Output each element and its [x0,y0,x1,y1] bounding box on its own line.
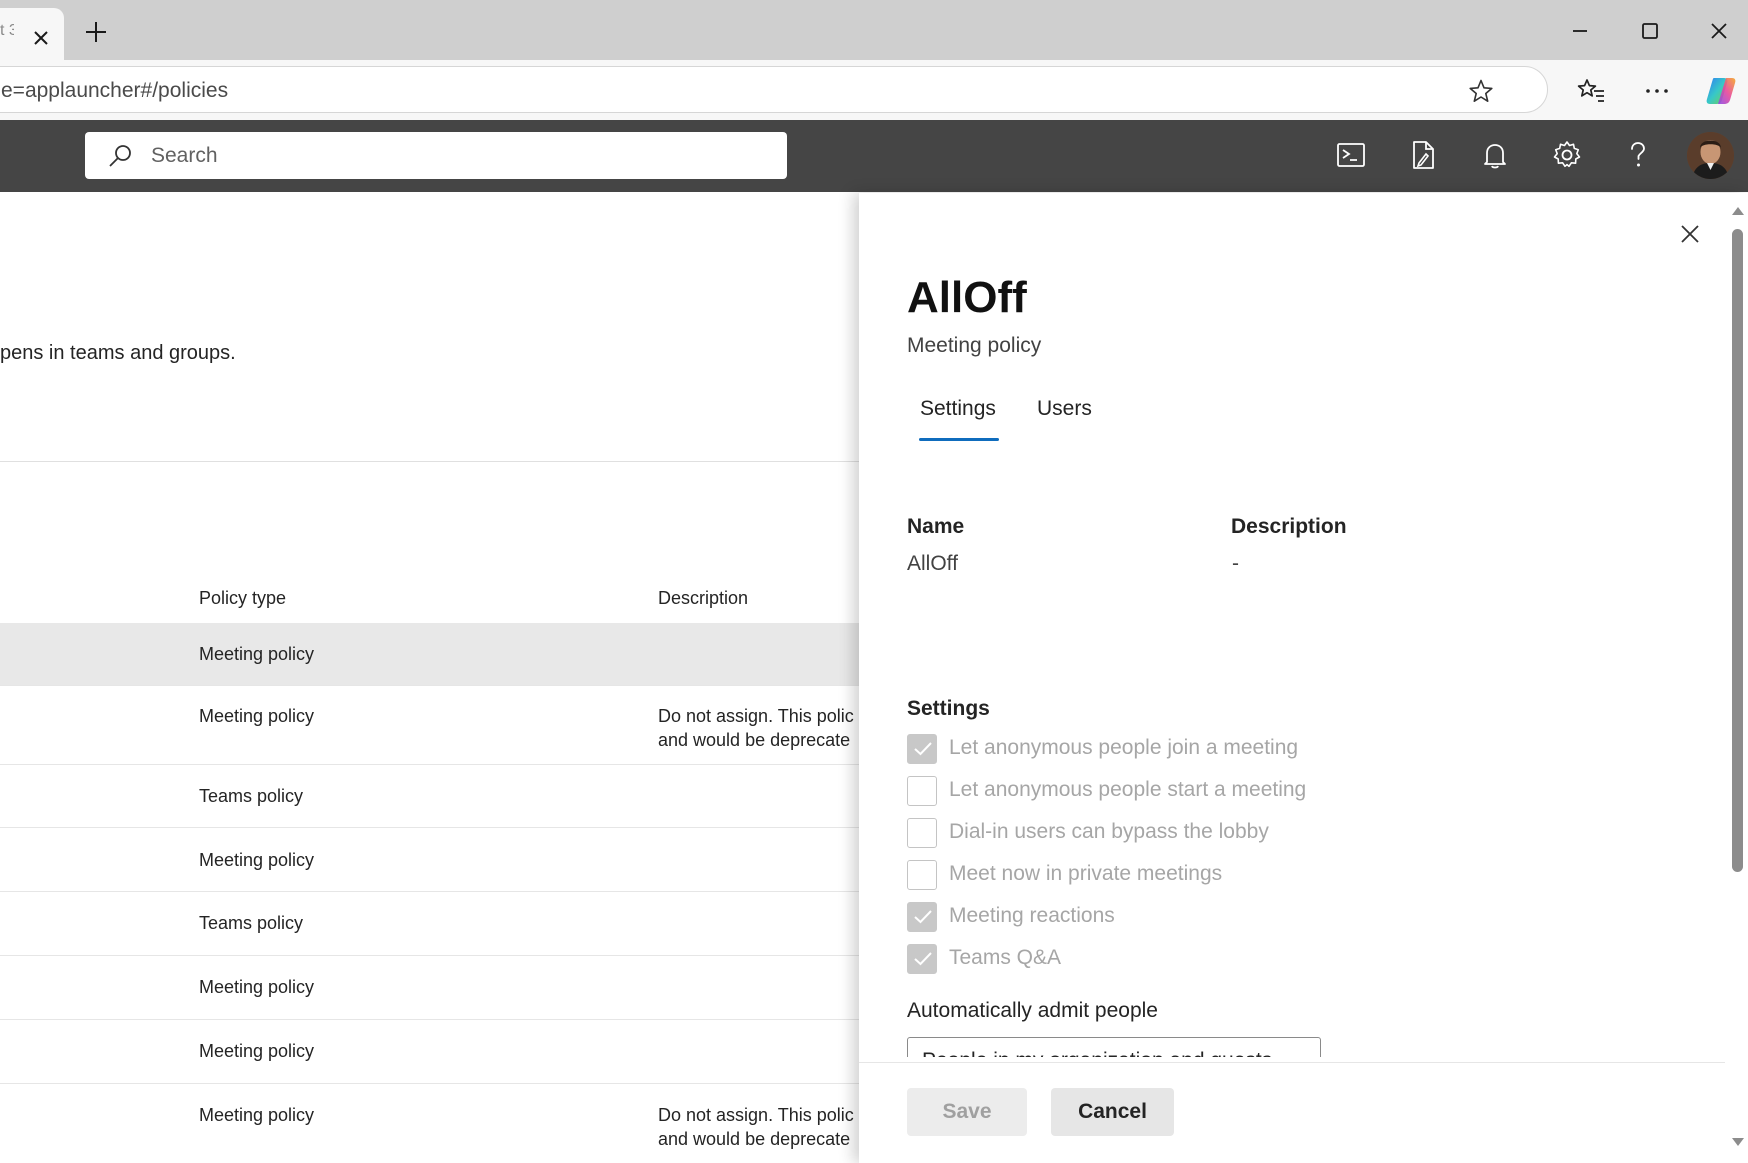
scroll-down-arrow-icon[interactable] [1732,1138,1744,1146]
table-row[interactable]: Meeting policy Do not assign. This polic… [0,686,860,765]
description-label: Description [1231,515,1347,538]
close-tab-icon[interactable] [29,26,53,50]
document-edit-icon[interactable] [1406,138,1440,172]
column-header-description[interactable]: Description [658,588,748,609]
tab-settings[interactable]: Settings [920,397,996,421]
policy-type-cell: Meeting policy [199,644,315,664]
table-row[interactable]: Teams policy [0,892,860,956]
setting-meeting-reactions[interactable]: Meeting reactions [907,901,1507,933]
cancel-button[interactable]: Cancel [1051,1088,1174,1136]
maximize-icon[interactable] [1635,16,1665,46]
setting-label: Dial-in users can bypass the lobby [949,820,1269,843]
close-window-icon[interactable] [1704,16,1734,46]
panel-subtitle: Meeting policy [907,334,1042,357]
url-text[interactable]: e=applauncher#/policies [1,79,228,103]
new-tab-icon[interactable] [82,18,110,46]
table-row[interactable]: Meeting policy [0,956,860,1020]
app-header: Search [0,120,1748,192]
user-avatar[interactable] [1687,132,1734,179]
avatar-photo [1687,132,1734,179]
policy-type-cell: Meeting policy [199,977,315,997]
setting-anonymous-join[interactable]: Let anonymous people join a meeting [907,733,1507,765]
scrollbar-thumb[interactable] [1732,229,1743,872]
check-icon [914,952,932,966]
checkbox-unchecked[interactable] [907,860,937,890]
name-value: AllOff [907,552,958,575]
table-row[interactable]: Meeting policy [0,623,860,686]
page-description: pens in teams and groups. [0,342,236,364]
browser-tab-bar: t 36 [0,0,1748,60]
description-cell: Do not assign. This polic [658,706,854,726]
chevron-down-icon [1290,1052,1310,1057]
auto-admit-dropdown-clip: People in my organization and guests [907,1037,1321,1057]
setting-label: Let anonymous people join a meeting [949,736,1299,759]
footer-divider [859,1062,1725,1063]
policy-type-cell: Meeting policy [199,1105,315,1125]
search-input[interactable]: Search [151,144,218,168]
description-cell: Do not assign. This polic [658,1105,854,1125]
panel-scrollbar[interactable] [1727,193,1748,1163]
table-row[interactable]: Teams policy [0,765,860,828]
policy-details-panel: AllOff Meeting policy Settings Users Nam… [859,193,1748,1163]
settings-gear-icon[interactable] [1550,138,1584,172]
setting-teams-qa[interactable]: Teams Q&A [907,943,1507,975]
copilot-icon[interactable] [1704,74,1738,108]
policy-type-cell: Teams policy [199,913,304,933]
save-button[interactable]: Save [907,1088,1027,1136]
check-icon [914,742,932,756]
policy-type-cell: Teams policy [199,786,304,806]
terminal-icon[interactable] [1334,138,1368,172]
setting-dialin-bypass-lobby[interactable]: Dial-in users can bypass the lobby [907,817,1507,849]
policy-type-cell: Meeting policy [199,706,315,726]
policies-page: pens in teams and groups. Policy type De… [0,192,860,1163]
tab-users[interactable]: Users [1037,397,1092,421]
setting-anonymous-start[interactable]: Let anonymous people start a meeting [907,775,1507,807]
divider [0,461,860,462]
setting-label: Teams Q&A [949,946,1062,969]
help-icon[interactable] [1621,138,1655,172]
settings-section-title: Settings [907,697,990,720]
notification-bell-icon[interactable] [1478,138,1512,172]
scroll-up-arrow-icon[interactable] [1732,207,1744,215]
search-box[interactable]: Search [85,132,787,179]
description-value: - [1232,552,1239,575]
tab-title: t 36 [0,22,14,39]
close-panel-icon[interactable] [1675,219,1705,249]
panel-title: AllOff [907,273,1027,322]
favorite-star-icon[interactable] [1468,78,1494,104]
dropdown-value: People in my organization and guests [922,1049,1272,1057]
favorites-icon[interactable] [1576,76,1606,106]
policy-type-cell: Meeting policy [199,850,315,870]
search-icon [109,145,131,167]
auto-admit-dropdown[interactable]: People in my organization and guests [907,1037,1321,1057]
table-row[interactable]: Meeting policy [0,1020,860,1084]
minimize-icon[interactable] [1565,16,1595,46]
table-row[interactable]: Meeting policy Do not assign. This polic… [0,1084,860,1163]
checkbox-checked[interactable] [907,944,937,974]
description-cell: and would be deprecate [658,1129,851,1149]
address-bar[interactable]: e=applauncher#/policies [0,66,1548,113]
checkbox-checked[interactable] [907,902,937,932]
name-label: Name [907,515,965,538]
policy-type-cell: Meeting policy [199,1041,315,1061]
checkbox-unchecked[interactable] [907,776,937,806]
description-cell: and would be deprecate [658,730,851,750]
address-bar-row: e=applauncher#/policies [0,60,1748,120]
table-row[interactable]: Meeting policy [0,828,860,892]
more-options-icon[interactable] [1642,76,1672,106]
setting-label: Meeting reactions [949,904,1115,927]
browser-tab[interactable]: t 36 [0,8,64,60]
setting-label: Meet now in private meetings [949,862,1223,885]
column-header-policy-type[interactable]: Policy type [199,588,286,609]
setting-label: Let anonymous people start a meeting [949,778,1307,801]
auto-admit-label: Automatically admit people [907,999,1158,1022]
setting-meet-now-private[interactable]: Meet now in private meetings [907,859,1507,891]
checkbox-unchecked[interactable] [907,818,937,848]
checkbox-checked[interactable] [907,734,937,764]
check-icon [914,910,932,924]
active-tab-indicator [919,438,999,441]
